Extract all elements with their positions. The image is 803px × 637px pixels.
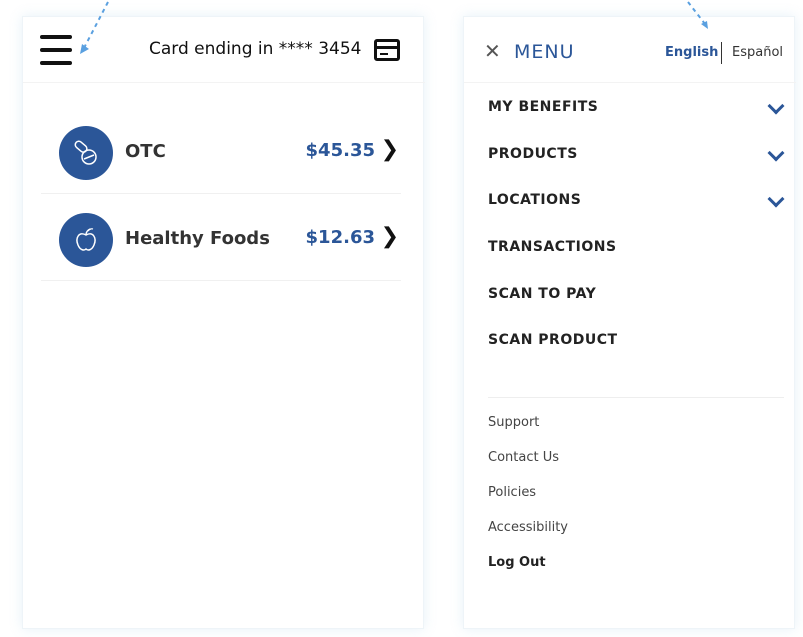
chevron-right-icon: ❯ [380,224,399,249]
nav-item-scan-to-pay[interactable]: SCAN TO PAY [464,277,796,324]
nav-item-scan-product[interactable]: SCAN PRODUCT [464,323,796,370]
log-out-link[interactable]: Log Out [464,555,796,590]
hamburger-menu-icon[interactable] [40,35,73,65]
balance-amount: $45.35 [305,140,375,161]
support-link[interactable]: Support [464,415,796,450]
chevron-down-icon[interactable] [767,144,785,162]
card-label: Card ending in **** 3454 [149,39,362,59]
home-screen: Card ending in **** 3454 OTC $45.35 ❯ He… [22,16,425,629]
language-english-link[interactable]: English [665,45,718,60]
chevron-down-icon[interactable] [767,190,785,208]
menu-screen: ✕ MENU English Español MY BENEFITS PRODU… [463,16,796,629]
balance-row-otc[interactable]: OTC $45.35 ❯ [41,107,401,194]
footer-links: Support Contact Us Policies Accessibilit… [464,415,796,590]
apple-icon [59,213,113,267]
home-header: Card ending in **** 3454 [23,17,425,83]
nav-item-label: MY BENEFITS [488,99,599,115]
close-icon[interactable]: ✕ [484,39,501,63]
language-spanish-link[interactable]: Español [732,45,783,60]
balance-row-healthy-foods[interactable]: Healthy Foods $12.63 ❯ [41,194,401,281]
accessibility-link[interactable]: Accessibility [464,520,796,555]
chevron-right-icon: ❯ [380,137,399,162]
nav-item-label: SCAN PRODUCT [488,332,618,349]
balance-amount: $12.63 [305,227,375,248]
contact-us-link[interactable]: Contact Us [464,450,796,485]
nav-item-label: TRANSACTIONS [488,239,617,256]
policies-link[interactable]: Policies [464,485,796,520]
nav-item-products[interactable]: PRODUCTS [464,137,796,184]
balance-name: OTC [125,141,166,162]
chevron-down-icon[interactable] [767,97,785,115]
credit-card-icon[interactable] [374,39,400,61]
nav-item-my-benefits[interactable]: MY BENEFITS [464,90,796,137]
nav-item-label: PRODUCTS [488,145,578,162]
nav-item-locations[interactable]: LOCATIONS [464,183,796,230]
balance-list: OTC $45.35 ❯ Healthy Foods $12.63 ❯ [41,107,401,281]
menu-divider [488,397,784,398]
balance-name: Healthy Foods [125,228,270,249]
menu-title: MENU [514,41,575,63]
main-nav: MY BENEFITS PRODUCTS LOCATIONS TRANSACTI… [464,90,796,370]
menu-header: ✕ MENU English Español [464,17,796,83]
pills-icon [59,126,113,180]
language-divider [721,42,722,64]
nav-item-label: LOCATIONS [488,192,582,209]
nav-item-transactions[interactable]: TRANSACTIONS [464,230,796,277]
nav-item-label: SCAN TO PAY [488,285,597,302]
